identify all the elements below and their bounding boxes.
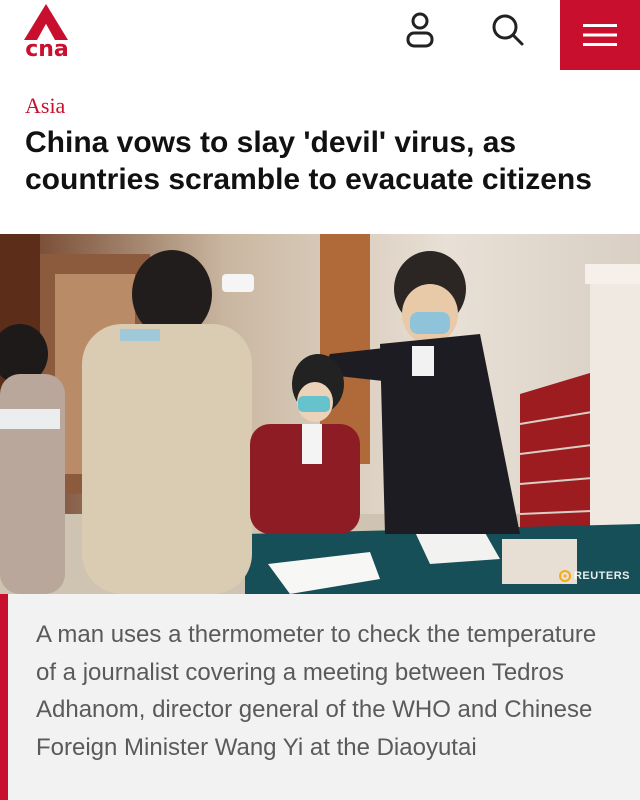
hamburger-menu-icon bbox=[583, 24, 617, 46]
photo-caption-box: A man uses a thermometer to check the te… bbox=[0, 594, 640, 800]
search-button[interactable] bbox=[486, 8, 530, 52]
article-headline: China vows to slay 'devil' virus, as cou… bbox=[25, 126, 592, 196]
caption-accent-bar bbox=[0, 594, 8, 800]
photo-credit-text: REUTERS bbox=[573, 570, 630, 582]
account-button[interactable] bbox=[398, 8, 442, 52]
reuters-logo-icon bbox=[558, 570, 571, 582]
cna-logo[interactable]: cna bbox=[22, 4, 72, 62]
site-header: cna bbox=[0, 0, 640, 70]
search-icon bbox=[492, 14, 524, 46]
menu-button[interactable] bbox=[560, 0, 640, 70]
logo-text: cna bbox=[25, 37, 69, 62]
logo-mark-icon bbox=[24, 4, 68, 40]
photo-credit: REUTERS bbox=[558, 570, 630, 582]
photo-illustration bbox=[0, 234, 640, 594]
photo-caption: A man uses a thermometer to check the te… bbox=[36, 621, 597, 761]
article-photo: REUTERS bbox=[0, 234, 640, 594]
user-icon bbox=[406, 12, 434, 48]
category-link[interactable]: Asia bbox=[25, 93, 65, 119]
